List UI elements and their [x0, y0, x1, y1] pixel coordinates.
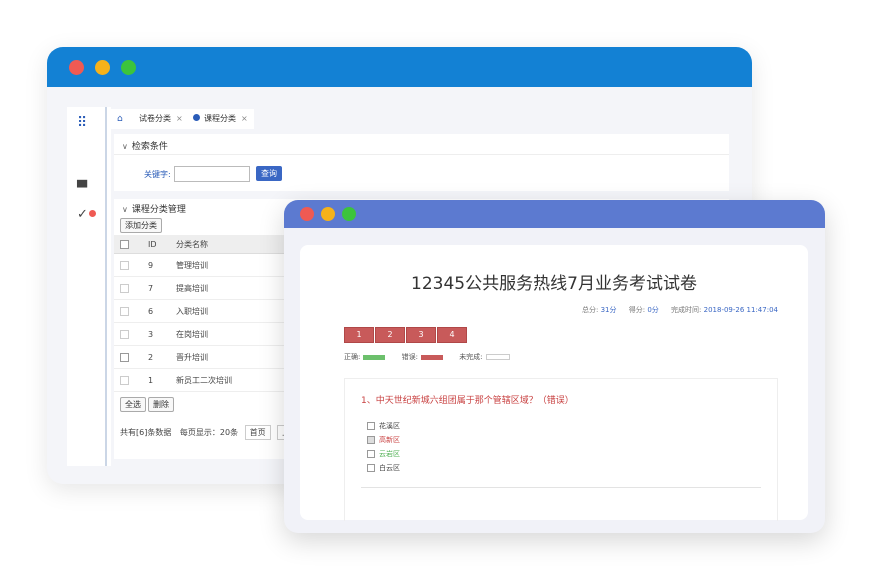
pager: 共有[6]条数据 每页显示：20条 首页 上一页: [120, 425, 312, 440]
notification-badge: [89, 210, 96, 217]
pager-summary: 共有[6]条数据: [120, 428, 172, 437]
select-all-checkbox-header[interactable]: [114, 235, 147, 254]
option-3-correct[interactable]: 云岩区: [367, 449, 400, 459]
minimize-window-button[interactable]: [321, 207, 335, 221]
exam-paper: 12345公共服务热线7月业务考试试卷 总分: 31分 得分: 0分 完成时间:…: [300, 245, 808, 521]
legend-incomplete-swatch: [485, 354, 510, 360]
legend-incomplete-label: 未完成:: [459, 353, 483, 361]
tab-label: 课程分类: [204, 114, 236, 123]
option-label: 高新区: [379, 436, 400, 444]
exam-result-window: 12345公共服务热线7月业务考试试卷 总分: 31分 得分: 0分 完成时间:…: [284, 200, 825, 533]
active-tab-icon: [193, 114, 200, 121]
row-id: 3: [147, 322, 175, 346]
question-nav-1[interactable]: 1: [344, 327, 374, 343]
chat-icon[interactable]: ▀: [77, 181, 87, 196]
option-label: 云岩区: [379, 450, 400, 458]
row-checkbox[interactable]: [120, 352, 129, 362]
checkbox[interactable]: [120, 239, 129, 249]
keyword-label: 关键字:: [144, 170, 171, 179]
maximize-window-button[interactable]: [121, 60, 136, 75]
finish-time-value: 2018-09-26 11:47:04: [703, 306, 778, 314]
left-rail: ⠿ ▀ ✓: [67, 107, 107, 466]
option-checkbox[interactable]: [367, 422, 375, 430]
window-titlebar: [47, 47, 752, 87]
question-nav-3[interactable]: 3: [406, 327, 436, 343]
window-titlebar: [284, 200, 825, 228]
row-checkbox[interactable]: [120, 329, 129, 339]
apps-grid-icon[interactable]: ⠿: [77, 115, 87, 131]
divider: [361, 487, 761, 488]
legend-correct-swatch: [363, 354, 386, 360]
row-id: 1: [147, 368, 175, 392]
exam-title: 12345公共服务热线7月业务考试试卷: [411, 274, 697, 294]
total-score-label: 总分:: [582, 306, 599, 314]
search-section-title[interactable]: ∨ 检索条件: [122, 139, 168, 152]
close-icon[interactable]: ×: [176, 114, 183, 123]
row-checkbox[interactable]: [120, 260, 129, 270]
row-id: 7: [147, 276, 175, 300]
keyword-input[interactable]: [174, 166, 250, 182]
question-nav-4[interactable]: 4: [437, 327, 467, 343]
row-id: 6: [147, 299, 175, 323]
option-2-wrong[interactable]: 高新区: [367, 435, 400, 445]
row-checkbox[interactable]: [120, 375, 129, 385]
maximize-window-button[interactable]: [342, 207, 356, 221]
check-circle-icon[interactable]: ✓: [77, 207, 88, 222]
delete-button[interactable]: 删除: [148, 397, 174, 412]
chevron-down-icon: ∨: [122, 205, 128, 214]
row-checkbox[interactable]: [120, 306, 129, 316]
first-page-button[interactable]: 首页: [244, 425, 271, 440]
minimize-window-button[interactable]: [95, 60, 110, 75]
option-checkbox[interactable]: [367, 464, 375, 472]
row-checkbox[interactable]: [120, 283, 129, 293]
question-nav-2[interactable]: 2: [375, 327, 405, 343]
option-4[interactable]: 白云区: [367, 463, 400, 473]
got-score-label: 得分:: [628, 306, 646, 314]
divider: [114, 154, 729, 155]
option-checkbox-checked[interactable]: [367, 436, 375, 444]
query-button[interactable]: 查询: [256, 166, 282, 181]
option-label: 花溪区: [379, 422, 400, 430]
option-checkbox[interactable]: [367, 450, 375, 458]
select-all-button[interactable]: 全选: [120, 397, 146, 412]
home-icon: ⌂: [117, 114, 123, 124]
score-line: 总分: 31分 得分: 0分 完成时间: 2018-09-26 11:47:04: [582, 305, 778, 315]
tab-home[interactable]: ⌂: [111, 109, 133, 129]
close-window-button[interactable]: [300, 207, 314, 221]
search-panel: ∨ 检索条件 关键字: 查询: [114, 134, 729, 191]
option-label: 白云区: [379, 464, 400, 472]
finish-time-label: 完成时间:: [671, 306, 702, 314]
legend-wrong-swatch: [420, 354, 443, 360]
legend-correct-label: 正确:: [344, 353, 361, 361]
tab-course-category[interactable]: 课程分类 ×: [187, 109, 254, 129]
tab-exam-category[interactable]: 试卷分类 ×: [133, 109, 189, 129]
pager-per-page: 每页显示：20条: [179, 428, 239, 437]
tab-label: 试卷分类: [139, 114, 171, 123]
got-score-value: 0分: [647, 306, 659, 314]
legend-wrong-label: 错误:: [401, 353, 418, 361]
question-text: 1、中天世纪新城六组团属于那个管辖区域？（错误）: [361, 396, 574, 406]
close-icon[interactable]: ×: [241, 114, 248, 123]
row-id: 9: [147, 253, 175, 277]
manage-section-title[interactable]: ∨ 课程分类管理: [122, 202, 186, 215]
close-window-button[interactable]: [69, 60, 84, 75]
question-card: 1、中天世纪新城六组团属于那个管辖区域？（错误） 花溪区 高新区 云岩区 白云区: [344, 378, 778, 521]
column-id: ID: [147, 235, 175, 254]
option-1[interactable]: 花溪区: [367, 421, 400, 431]
total-score-value: 31分: [600, 306, 617, 314]
legend: 正确: 错误: 未完成:: [344, 352, 510, 362]
add-category-button[interactable]: 添加分类: [120, 218, 162, 233]
row-id: 2: [147, 345, 175, 369]
chevron-down-icon: ∨: [122, 142, 128, 151]
